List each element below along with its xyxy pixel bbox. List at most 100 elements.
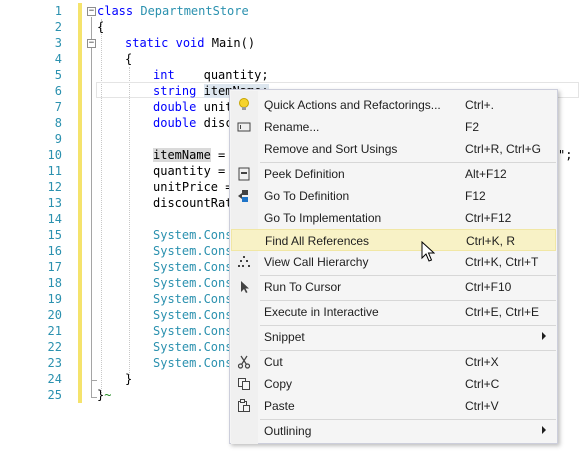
menu-item-label: Peek Definition xyxy=(264,167,345,181)
line-number: 6 xyxy=(54,84,62,98)
menu-item-shortcut: Ctrl+V xyxy=(465,399,499,413)
menu-item-copy[interactable]: Copy Ctrl+C xyxy=(231,373,556,395)
menu-item-label: Quick Actions and Refactorings... xyxy=(264,98,441,112)
menu-item-run-to-cursor[interactable]: Run To Cursor Ctrl+F10 xyxy=(231,276,556,298)
line-number: 9 xyxy=(54,132,62,146)
line-number: 25 xyxy=(47,388,62,402)
menu-item-rename[interactable]: Rename... F2 xyxy=(231,116,556,138)
menu-item-label: Execute in Interactive xyxy=(264,305,379,319)
class-name: DepartmentStore xyxy=(140,4,249,18)
code-line-18: System.Cons xyxy=(153,276,233,290)
menu-item-label: Rename... xyxy=(264,120,320,134)
cut-icon xyxy=(236,354,252,370)
line-number: 23 xyxy=(47,356,62,370)
keyword: int xyxy=(153,68,175,82)
code-line-16: System.Cons xyxy=(153,244,233,258)
line-number: 19 xyxy=(47,292,62,306)
code-line-1: class DepartmentStore xyxy=(97,3,249,19)
keyword: static xyxy=(125,36,169,50)
menu-item-go-to-definition[interactable]: Go To Definition F12 xyxy=(231,185,556,207)
indent-guide xyxy=(129,67,130,375)
line-number: 12 xyxy=(47,180,62,194)
copy-icon xyxy=(236,376,252,392)
line-number: 3 xyxy=(54,36,62,50)
menu-item-label: Snippet xyxy=(264,330,305,344)
menu-item-shortcut: F2 xyxy=(465,120,480,134)
run-to-cursor-icon xyxy=(236,279,252,295)
menu-item-label: Find All References xyxy=(265,234,370,248)
menu-item-shortcut: Ctrl+K, R xyxy=(466,234,516,248)
collapse-class-icon[interactable]: − xyxy=(87,7,96,16)
method-name: Main() xyxy=(211,36,256,50)
menu-item-shortcut: Ctrl+F12 xyxy=(465,211,512,225)
menu-item-go-to-implementation[interactable]: Go To Implementation Ctrl+F12 xyxy=(231,207,556,229)
paste-icon xyxy=(236,398,252,414)
code-line-5: int quantity; xyxy=(153,67,269,83)
menu-item-label: Run To Cursor xyxy=(264,280,342,294)
menu-item-quick-actions[interactable]: Quick Actions and Refactorings... Ctrl+. xyxy=(231,94,556,116)
lightbulb-icon xyxy=(236,97,252,113)
line-number: 10 xyxy=(47,148,62,162)
menu-item-label: Paste xyxy=(264,399,295,413)
code-line-15: System.Cons xyxy=(153,228,233,242)
outline-end xyxy=(91,380,97,381)
keyword: double xyxy=(153,100,197,114)
menu-item-label: View Call Hierarchy xyxy=(264,255,369,269)
menu-item-outlining[interactable]: Outlining xyxy=(231,420,556,442)
code-line-12: unitPrice = xyxy=(153,180,233,194)
menu-item-find-all-references[interactable]: Find All References Ctrl+K, R xyxy=(231,229,556,251)
indent-guide xyxy=(101,19,102,393)
menu-item-label: Go To Definition xyxy=(264,189,350,203)
line-number: 17 xyxy=(47,260,62,274)
menu-item-paste[interactable]: Paste Ctrl+V xyxy=(231,395,556,417)
line-number: 22 xyxy=(47,340,62,354)
line-number: 7 xyxy=(54,100,62,114)
call-hierarchy-icon xyxy=(236,254,252,270)
code-line-3: static void Main() xyxy=(125,35,255,51)
variable: quantity; xyxy=(203,68,269,82)
outline-line xyxy=(91,17,92,398)
menu-item-label: Go To Implementation xyxy=(264,211,382,225)
menu-item-shortcut: Ctrl+E, Ctrl+E xyxy=(465,305,540,319)
keyword: void xyxy=(175,36,205,50)
menu-item-remove-sort-usings[interactable]: Remove and Sort Usings Ctrl+R, Ctrl+G xyxy=(231,138,556,160)
code-fragment: = xyxy=(210,148,226,162)
peek-definition-icon xyxy=(236,166,252,182)
menu-item-shortcut: Ctrl+. xyxy=(465,98,495,112)
code-line-24: } xyxy=(125,372,133,386)
menu-item-cut[interactable]: Cut Ctrl+X xyxy=(231,351,556,373)
context-menu: Quick Actions and Refactorings... Ctrl+.… xyxy=(229,89,558,444)
code-line-22: System.Cons xyxy=(153,340,233,354)
menu-item-shortcut: Alt+F12 xyxy=(465,167,507,181)
line-number: 8 xyxy=(54,116,62,130)
line-number: 1 xyxy=(54,4,62,18)
line-number: 20 xyxy=(47,308,62,322)
code-line-11: quantity = xyxy=(153,164,226,178)
code-line-10-tail: "; xyxy=(558,148,573,162)
menu-item-peek-definition[interactable]: Peek Definition Alt+F12 xyxy=(231,163,556,185)
collapse-method-icon[interactable]: − xyxy=(87,39,96,48)
code-line-25: }~ xyxy=(97,387,111,403)
keyword: string xyxy=(153,84,197,98)
keyword: class xyxy=(97,4,134,18)
menu-item-label: Cut xyxy=(264,355,283,369)
code-line-10: itemName = xyxy=(153,147,225,163)
code-line-20: System.Cons xyxy=(153,308,233,322)
reference-highlight: itemName xyxy=(153,148,211,162)
code-line-21: System.Cons xyxy=(153,324,233,338)
menu-item-view-call-hierarchy[interactable]: View Call Hierarchy Ctrl+K, Ctrl+T xyxy=(231,251,556,273)
menu-item-execute-in-interactive[interactable]: Execute in Interactive Ctrl+E, Ctrl+E xyxy=(231,301,556,323)
code-line-17: System.Cons xyxy=(153,260,233,274)
change-tracking-bar xyxy=(78,3,82,403)
code-line-7: double unit xyxy=(153,99,233,115)
menu-item-label: Copy xyxy=(264,377,293,391)
line-number: 21 xyxy=(47,324,62,338)
line-number: 13 xyxy=(47,196,62,210)
menu-item-snippet[interactable]: Snippet xyxy=(231,326,556,348)
line-number: 11 xyxy=(47,164,62,178)
code-line-8: double disc xyxy=(153,115,233,131)
submenu-arrow-icon xyxy=(542,426,546,434)
line-number: 15 xyxy=(47,228,62,242)
menu-item-shortcut: F12 xyxy=(465,189,486,203)
code-line-19: System.Cons xyxy=(153,292,233,306)
